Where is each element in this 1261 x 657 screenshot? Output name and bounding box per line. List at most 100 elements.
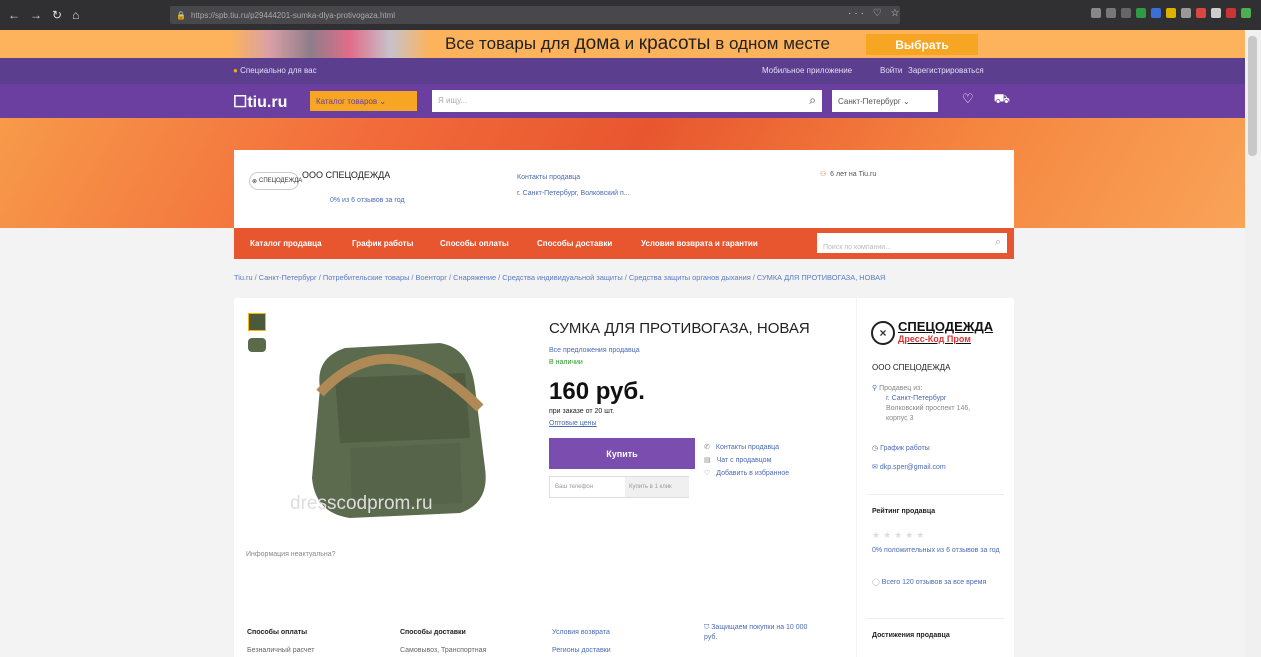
- search-icon[interactable]: ⌕: [809, 93, 816, 108]
- app-link[interactable]: Мобильное приложение: [762, 66, 852, 75]
- seller-nav: Каталог продавца График работы Способы о…: [234, 228, 1014, 259]
- url-text: https://spb.tiu.ru/p29444201-sumka-dlya-…: [190, 10, 396, 20]
- top-bar: ● Специально для вас Мобильное приложени…: [0, 58, 1245, 84]
- one-click-button[interactable]: Купить в 1 клик: [625, 477, 689, 497]
- nav-payment[interactable]: Способы оплаты: [440, 239, 509, 248]
- nav-hours[interactable]: График работы: [352, 239, 413, 248]
- product-title: СУМКА ДЛЯ ПРОТИВОГАЗА, НОВАЯ: [549, 320, 810, 337]
- city-link[interactable]: г. Санкт-Петербург: [886, 395, 947, 402]
- close-circle-icon: ×: [871, 321, 895, 345]
- phone-icon: ✆: [704, 444, 710, 451]
- browser-nav: ← → ↻ ⌂: [0, 8, 170, 22]
- achievements-title: Достижения продавца: [872, 632, 950, 639]
- breadcrumb[interactable]: Tiu.ru / Санкт-Петербург / Потребительск…: [234, 273, 885, 282]
- thumbnail-2[interactable]: [248, 338, 266, 352]
- heart-icon: ♡: [704, 470, 711, 477]
- city-select[interactable]: Санкт-Петербург ⌄: [832, 90, 938, 112]
- divider: [867, 618, 1004, 619]
- cart-icon[interactable]: ⛟: [994, 91, 1010, 109]
- return-link[interactable]: Условия возврата: [552, 629, 610, 636]
- extension-icon[interactable]: [1181, 8, 1191, 18]
- sidebar-logo[interactable]: × СПЕЦОДЕЖДА Дресс-Код Пром: [871, 316, 1001, 350]
- clock-icon: ◷: [872, 445, 879, 452]
- seller-years: ⚇ 6 лет на Tiu.ru: [820, 171, 877, 178]
- favorite-link[interactable]: ♡ Добавить в избранное: [704, 467, 789, 480]
- nav-delivery[interactable]: Способы доставки: [537, 239, 612, 248]
- wholesale-link[interactable]: Оптовые цены: [549, 420, 597, 427]
- scrollbar[interactable]: [1245, 30, 1261, 657]
- download-icon[interactable]: [1091, 8, 1101, 18]
- badge-icon: ⚇: [820, 171, 827, 178]
- watermark: dresscodprom.ru: [290, 493, 433, 514]
- special-link[interactable]: ● Специально для вас: [233, 66, 317, 75]
- lock-icon: 🔒: [176, 10, 186, 20]
- extension-icon[interactable]: [1166, 8, 1176, 18]
- nav-returns[interactable]: Условия возврата и гарантии: [641, 239, 758, 248]
- seller-contacts: Контакты продавца г. Санкт-Петербург, Во…: [517, 170, 630, 202]
- scrollbar-thumb[interactable]: [1248, 36, 1257, 156]
- protect-link[interactable]: ⛉ Защищаем покупки на 10 000 руб.: [704, 623, 814, 643]
- product-price: 160 руб.: [549, 378, 645, 405]
- home-icon[interactable]: ⌂: [72, 8, 79, 22]
- all-offers-link[interactable]: Все предложения продавца: [549, 347, 640, 354]
- nav-catalog[interactable]: Каталог продавца: [250, 239, 322, 248]
- promo-button[interactable]: Выбрать: [866, 34, 978, 55]
- all-reviews-link[interactable]: ◯ Всего 120 отзывов за все время: [872, 578, 1002, 588]
- shield-icon: ⛉: [704, 624, 710, 631]
- mail-icon: ✉: [872, 464, 878, 471]
- header-icons: ♡ ⛟: [962, 91, 1010, 109]
- extension-icon[interactable]: [1136, 8, 1146, 18]
- promo-image: [230, 30, 430, 58]
- payment-value: Безналичный расчет: [247, 647, 315, 654]
- sidebar-seller-name[interactable]: ООО СПЕЦОДЕЖДА: [872, 363, 950, 372]
- thumbnail-1[interactable]: [248, 313, 266, 331]
- sidebar-icon[interactable]: [1121, 8, 1131, 18]
- page-actions[interactable]: ··· ♡ ☆: [848, 8, 902, 19]
- login-link[interactable]: Войти: [880, 66, 902, 75]
- address-link[interactable]: г. Санкт-Петербург, Волковский п...: [517, 186, 630, 202]
- promo-banner[interactable]: Все товары для дома и красоты в одном ме…: [0, 30, 1245, 58]
- rating-stars: ★★★★★: [872, 530, 928, 540]
- back-icon[interactable]: ←: [8, 8, 20, 22]
- rating-title: Рейтинг продавца: [872, 508, 936, 515]
- extension-icon[interactable]: [1226, 8, 1236, 18]
- phone-input[interactable]: Ваш телефон Купить в 1 клик: [549, 476, 689, 498]
- seller-card: ⊗ СПЕЦОДЕЖДА ООО СПЕЦОДЕЖДА 0% из 6 отзыв…: [234, 150, 1014, 228]
- contacts-link[interactable]: Контакты продавца: [517, 170, 630, 186]
- forward-icon[interactable]: →: [30, 8, 42, 22]
- seller-logo[interactable]: ⊗ СПЕЦОДЕЖДА: [249, 172, 302, 190]
- menu-icon[interactable]: [1241, 8, 1251, 18]
- extension-icon[interactable]: [1196, 8, 1206, 18]
- regions-link[interactable]: Регионы доставки: [552, 647, 611, 654]
- site-header: ☐tiu.ru Каталог товаров ⌄ Я ищу... ⌕ Санк…: [0, 84, 1245, 118]
- extension-icon[interactable]: [1151, 8, 1161, 18]
- seller-name[interactable]: ООО СПЕЦОДЕЖДА: [302, 170, 390, 180]
- chat-link[interactable]: ▤ Чат с продавцом: [704, 454, 789, 467]
- stock-status: В наличии: [549, 359, 583, 366]
- site-logo[interactable]: ☐tiu.ru: [233, 92, 287, 112]
- heart-icon[interactable]: ♡: [962, 91, 974, 109]
- library-icon[interactable]: [1106, 8, 1116, 18]
- inaccurate-link[interactable]: Информация неактуальна?: [246, 551, 336, 558]
- browser-toolbar: ← → ↻ ⌂ 🔒 https://spb.tiu.ru/p29444201-s…: [0, 0, 1261, 30]
- search-icon[interactable]: ⌕: [995, 236, 1001, 249]
- promo-text: Все товары для дома и красоты в одном ме…: [445, 33, 830, 54]
- contacts-link[interactable]: ✆ Контакты продавца: [704, 441, 789, 454]
- rating-percent[interactable]: 0% положительных из 6 отзывов за год: [872, 546, 1007, 556]
- delivery-title: Способы доставки: [400, 629, 466, 636]
- seller-search-input[interactable]: Поиск по компании... ⌕: [817, 233, 1007, 253]
- payment-title: Способы оплаты: [247, 629, 308, 636]
- register-link[interactable]: Зарегистрироваться: [908, 66, 984, 75]
- catalog-button[interactable]: Каталог товаров ⌄: [310, 91, 417, 111]
- seller-rating[interactable]: 0% из 6 отзывов за год: [330, 197, 405, 204]
- hours-link[interactable]: ◷ График работы: [872, 444, 930, 452]
- buy-button[interactable]: Купить: [549, 438, 695, 469]
- extensions-bar: [1091, 8, 1251, 18]
- fire-icon: ●: [233, 66, 238, 75]
- search-input[interactable]: Я ищу... ⌕: [432, 90, 822, 112]
- email-link[interactable]: ✉ dkp.sper@gmail.com: [872, 463, 946, 471]
- reload-icon[interactable]: ↻: [52, 8, 62, 22]
- extension-icon[interactable]: [1211, 8, 1221, 18]
- address-bar[interactable]: 🔒 https://spb.tiu.ru/p29444201-sumka-dly…: [170, 6, 900, 24]
- min-order: при заказе от 20 шт.: [549, 408, 615, 415]
